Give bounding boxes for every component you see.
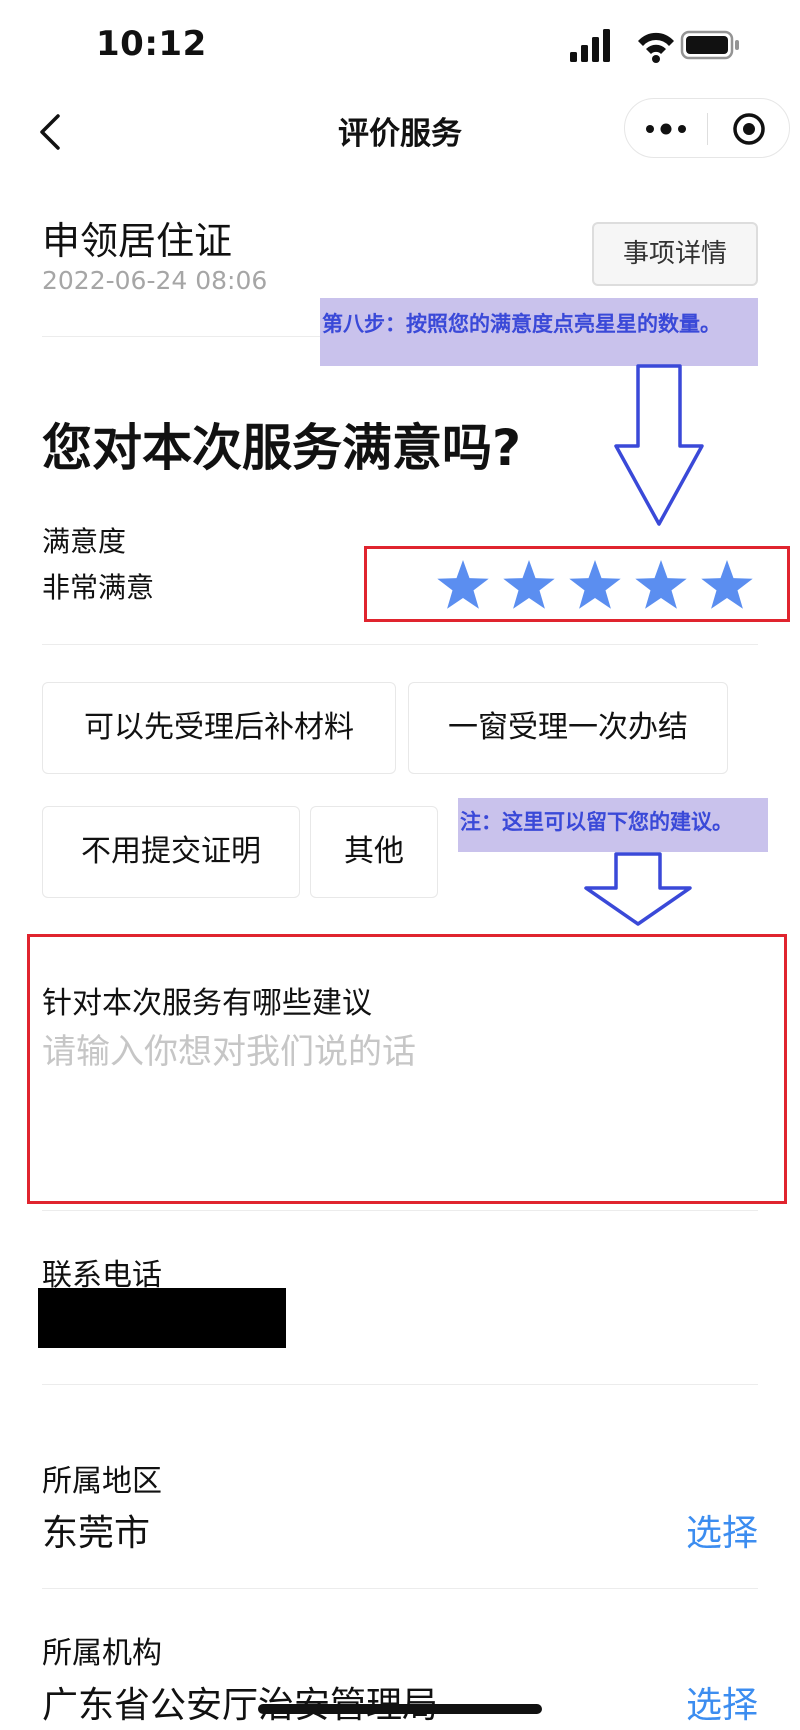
more-icon[interactable] (639, 111, 693, 147)
region-choose-link[interactable]: 选择 (686, 1504, 758, 1556)
star-icon[interactable] (501, 557, 557, 613)
service-name: 申领居住证 (42, 219, 233, 263)
satisfaction-value: 非常满意 (42, 571, 155, 604)
target-icon[interactable] (725, 111, 773, 147)
star-icon[interactable] (435, 557, 491, 613)
service-datetime: 2022-06-24 08:06 (42, 266, 268, 295)
wifi-icon (638, 32, 674, 63)
satisfaction-question: 您对本次服务满意吗? (42, 419, 522, 477)
divider (42, 1210, 758, 1211)
tag-option[interactable]: 不用提交证明 (42, 806, 300, 898)
status-icons (570, 29, 739, 63)
tag-option[interactable]: 可以先受理后补材料 (42, 682, 396, 774)
divider (42, 1384, 758, 1385)
signal-icon (570, 29, 610, 62)
divider (42, 1588, 758, 1589)
region-value: 东莞市 (42, 1513, 151, 1554)
home-indicator (258, 1704, 542, 1714)
divider (42, 644, 758, 645)
annotation-note: 注：这里可以留下您的建议。 (458, 798, 768, 852)
tag-option[interactable]: 一窗受理一次办结 (408, 682, 728, 774)
battery-icon (680, 30, 739, 60)
capsule-divider (707, 113, 708, 145)
star-icon[interactable] (633, 557, 689, 613)
agency-label: 所属机构 (42, 1636, 162, 1671)
agency-value: 广东省公安厅治安管理局 (42, 1685, 439, 1726)
detail-button[interactable]: 事项详情 (592, 222, 758, 286)
mini-program-capsule (624, 98, 790, 158)
arrow-down-icon (584, 852, 692, 926)
annotation-step8: 第八步：按照您的满意度点亮星星的数量。 (320, 298, 758, 366)
suggestion-label: 针对本次服务有哪些建议 (42, 986, 372, 1021)
suggestion-input[interactable] (42, 1024, 742, 1174)
star-icon[interactable] (699, 557, 755, 613)
region-label: 所属地区 (42, 1464, 162, 1499)
satisfaction-label: 满意度 (42, 525, 127, 558)
phone-redacted[interactable] (38, 1288, 286, 1348)
agency-choose-link[interactable]: 选择 (686, 1676, 758, 1728)
tag-option[interactable]: 其他 (310, 806, 438, 898)
status-time: 10:12 (96, 24, 207, 64)
screen: 10:12 评价服务 申领居住证 2022-06-24 08:06 事项详情 第… (0, 0, 800, 1730)
star-icon[interactable] (567, 557, 623, 613)
star-rating (364, 546, 790, 622)
arrow-down-icon (614, 364, 704, 526)
